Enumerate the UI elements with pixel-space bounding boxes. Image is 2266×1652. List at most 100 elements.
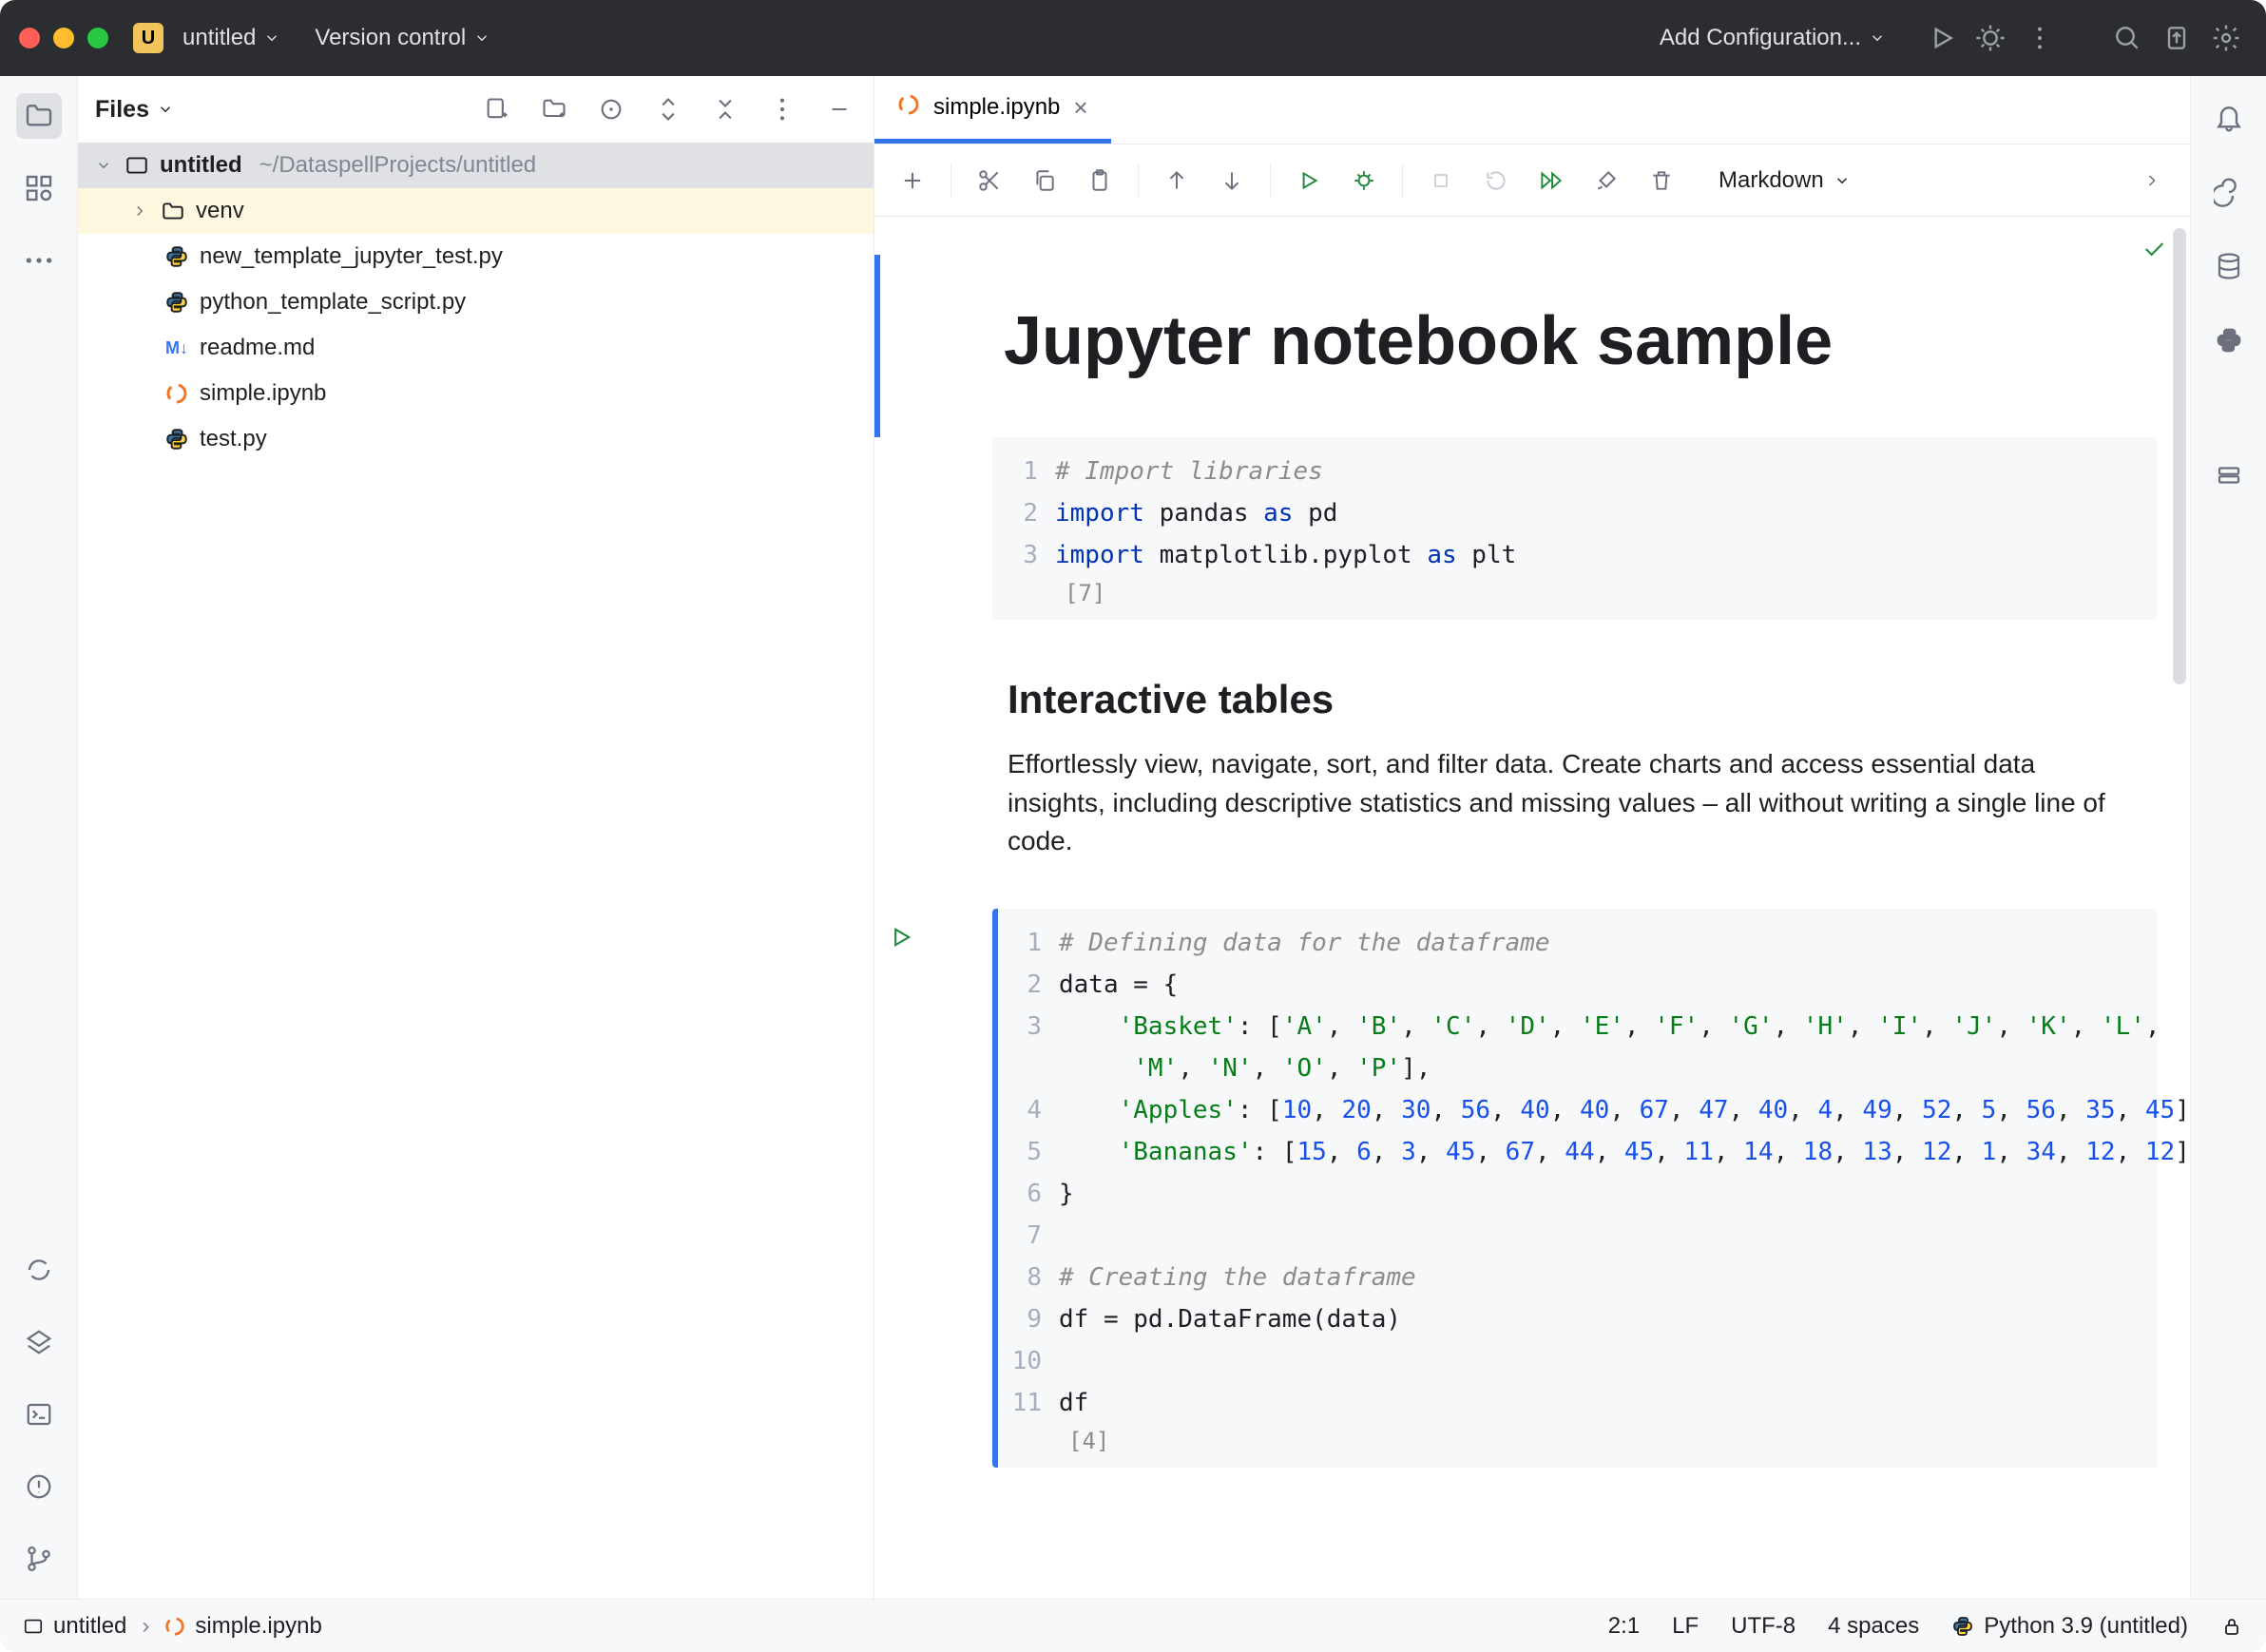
- tree-item-label: venv: [196, 198, 244, 224]
- services-button[interactable]: [16, 1319, 62, 1365]
- run-all-button[interactable]: [1534, 163, 1568, 198]
- code-cell-imports[interactable]: 1# Import libraries 2import pandas as pd…: [992, 437, 2158, 620]
- line-number: 8: [1006, 1257, 1059, 1298]
- tree-item-py-1[interactable]: new_template_jupyter_test.py: [78, 234, 874, 279]
- tree-root[interactable]: untitled ~/DataspellProjects/untitled: [78, 143, 874, 188]
- vcs-dropdown[interactable]: Version control: [307, 21, 498, 55]
- zoom-window-button[interactable]: [87, 28, 108, 48]
- chevron-right-icon: [2142, 171, 2161, 190]
- interrupt-button[interactable]: [1424, 163, 1458, 198]
- cut-cell-button[interactable]: [972, 163, 1007, 198]
- project-dropdown[interactable]: untitled: [175, 21, 288, 55]
- jupyter-file-icon: [164, 1616, 185, 1637]
- tree-item-py-3[interactable]: test.py: [78, 416, 874, 462]
- updates-button[interactable]: [2156, 17, 2198, 59]
- markdown-paragraph: Effortlessly view, navigate, sort, and f…: [1008, 745, 2133, 861]
- terminal-icon: [25, 1400, 53, 1429]
- window-controls: [19, 28, 108, 48]
- notifications-button[interactable]: [2208, 97, 2250, 139]
- tree-item-venv[interactable]: venv: [78, 188, 874, 234]
- chevron-down-icon: [157, 101, 174, 118]
- python-icon: [2215, 326, 2243, 355]
- broom-icon: [1594, 168, 1619, 193]
- run-config-dropdown[interactable]: Add Configuration...: [1652, 21, 1893, 55]
- terminal-button[interactable]: [16, 1392, 62, 1437]
- database-button[interactable]: [2208, 245, 2250, 287]
- jupyter-file-icon: [163, 380, 190, 407]
- reader-mode-button[interactable]: [2220, 1615, 2243, 1638]
- add-cell-button[interactable]: [895, 163, 930, 198]
- folder-icon: [24, 101, 54, 131]
- scrollbar-thumb[interactable]: [2173, 228, 2186, 684]
- ai-assistant-button[interactable]: [2208, 171, 2250, 213]
- close-tab-button[interactable]: ×: [1073, 93, 1087, 123]
- structure-tool-button[interactable]: [16, 165, 62, 211]
- folder-icon: [160, 198, 186, 224]
- more-tools-button[interactable]: [16, 238, 62, 283]
- chevron-down-icon: [95, 157, 114, 174]
- copy-cell-button[interactable]: [1027, 163, 1062, 198]
- git-branch-icon: [25, 1545, 53, 1573]
- sidebar-more-button[interactable]: [765, 92, 799, 126]
- search-everywhere-button[interactable]: [2106, 17, 2148, 59]
- markdown-cell-tables[interactable]: Interactive tables Effortlessly view, na…: [874, 648, 2190, 909]
- cell-type-dropdown[interactable]: Markdown: [1719, 167, 1851, 194]
- chevron-down-icon: [1869, 29, 1886, 47]
- expand-all-button[interactable]: [651, 92, 685, 126]
- play-icon: [1296, 168, 1321, 193]
- paste-cell-button[interactable]: [1083, 163, 1117, 198]
- breadcrumb[interactable]: untitled › simple.ipynb: [23, 1613, 322, 1640]
- bug-icon: [1352, 168, 1376, 193]
- editor-area: simple.ipynb ×: [874, 76, 2190, 1599]
- chevron-right-icon: [131, 202, 150, 220]
- move-cell-down-button[interactable]: [1215, 163, 1249, 198]
- problems-button[interactable]: [16, 1464, 62, 1509]
- cursor-position[interactable]: 2:1: [1608, 1613, 1640, 1640]
- expand-icon: [659, 96, 678, 123]
- play-icon: [1926, 23, 1956, 53]
- run-button[interactable]: [1920, 17, 1962, 59]
- line-number: 10: [1006, 1340, 1059, 1382]
- run-cell-button[interactable]: [1292, 163, 1326, 198]
- move-cell-up-button[interactable]: [1160, 163, 1194, 198]
- clear-outputs-button[interactable]: [1589, 163, 1623, 198]
- python-interpreter[interactable]: Python 3.9 (untitled): [1951, 1613, 2188, 1640]
- module-icon: [23, 1616, 44, 1637]
- delete-cell-button[interactable]: [1644, 163, 1679, 198]
- tree-item-md[interactable]: M↓ readme.md: [78, 325, 874, 371]
- line-separator[interactable]: LF: [1672, 1613, 1699, 1640]
- close-window-button[interactable]: [19, 28, 40, 48]
- file-encoding[interactable]: UTF-8: [1731, 1613, 1796, 1640]
- jupyter-vars-button[interactable]: [2208, 454, 2250, 496]
- more-button[interactable]: [2019, 17, 2061, 59]
- python-console-button[interactable]: [2208, 319, 2250, 361]
- sidebar-title-dropdown[interactable]: Files: [95, 96, 174, 124]
- run-cell-gutter-button[interactable]: [888, 924, 914, 953]
- tree-item-ipynb[interactable]: simple.ipynb: [78, 371, 874, 416]
- new-dir-button[interactable]: [537, 92, 571, 126]
- minimize-window-button[interactable]: [53, 28, 74, 48]
- toolbar-overflow-button[interactable]: [2135, 163, 2169, 198]
- hide-sidebar-button[interactable]: [822, 92, 856, 126]
- tree-item-label: test.py: [200, 426, 267, 452]
- project-tool-button[interactable]: [16, 93, 62, 139]
- python-packages-button[interactable]: [16, 1247, 62, 1293]
- indent-setting[interactable]: 4 spaces: [1828, 1613, 1919, 1640]
- settings-button[interactable]: [2205, 17, 2247, 59]
- code-cell-dataframe-wrap: 1# Defining data for the dataframe 2data…: [987, 909, 2190, 1468]
- debug-button[interactable]: [1969, 17, 2011, 59]
- select-opened-button[interactable]: [594, 92, 628, 126]
- collapse-all-button[interactable]: [708, 92, 742, 126]
- editor-tabs: simple.ipynb ×: [874, 76, 2190, 144]
- chevron-down-icon: [1834, 172, 1851, 189]
- line-number: 3: [1002, 534, 1055, 576]
- new-file-button[interactable]: [480, 92, 514, 126]
- debug-cell-button[interactable]: [1347, 163, 1381, 198]
- code-cell-dataframe[interactable]: 1# Defining data for the dataframe 2data…: [992, 909, 2158, 1468]
- tab-simple-ipynb[interactable]: simple.ipynb ×: [874, 76, 1111, 144]
- restart-button[interactable]: [1479, 163, 1513, 198]
- tab-label: simple.ipynb: [933, 94, 1060, 121]
- tree-item-py-2[interactable]: python_template_script.py: [78, 279, 874, 325]
- vcs-tool-button[interactable]: [16, 1536, 62, 1582]
- markdown-cell-title[interactable]: Jupyter notebook sample: [874, 255, 2190, 437]
